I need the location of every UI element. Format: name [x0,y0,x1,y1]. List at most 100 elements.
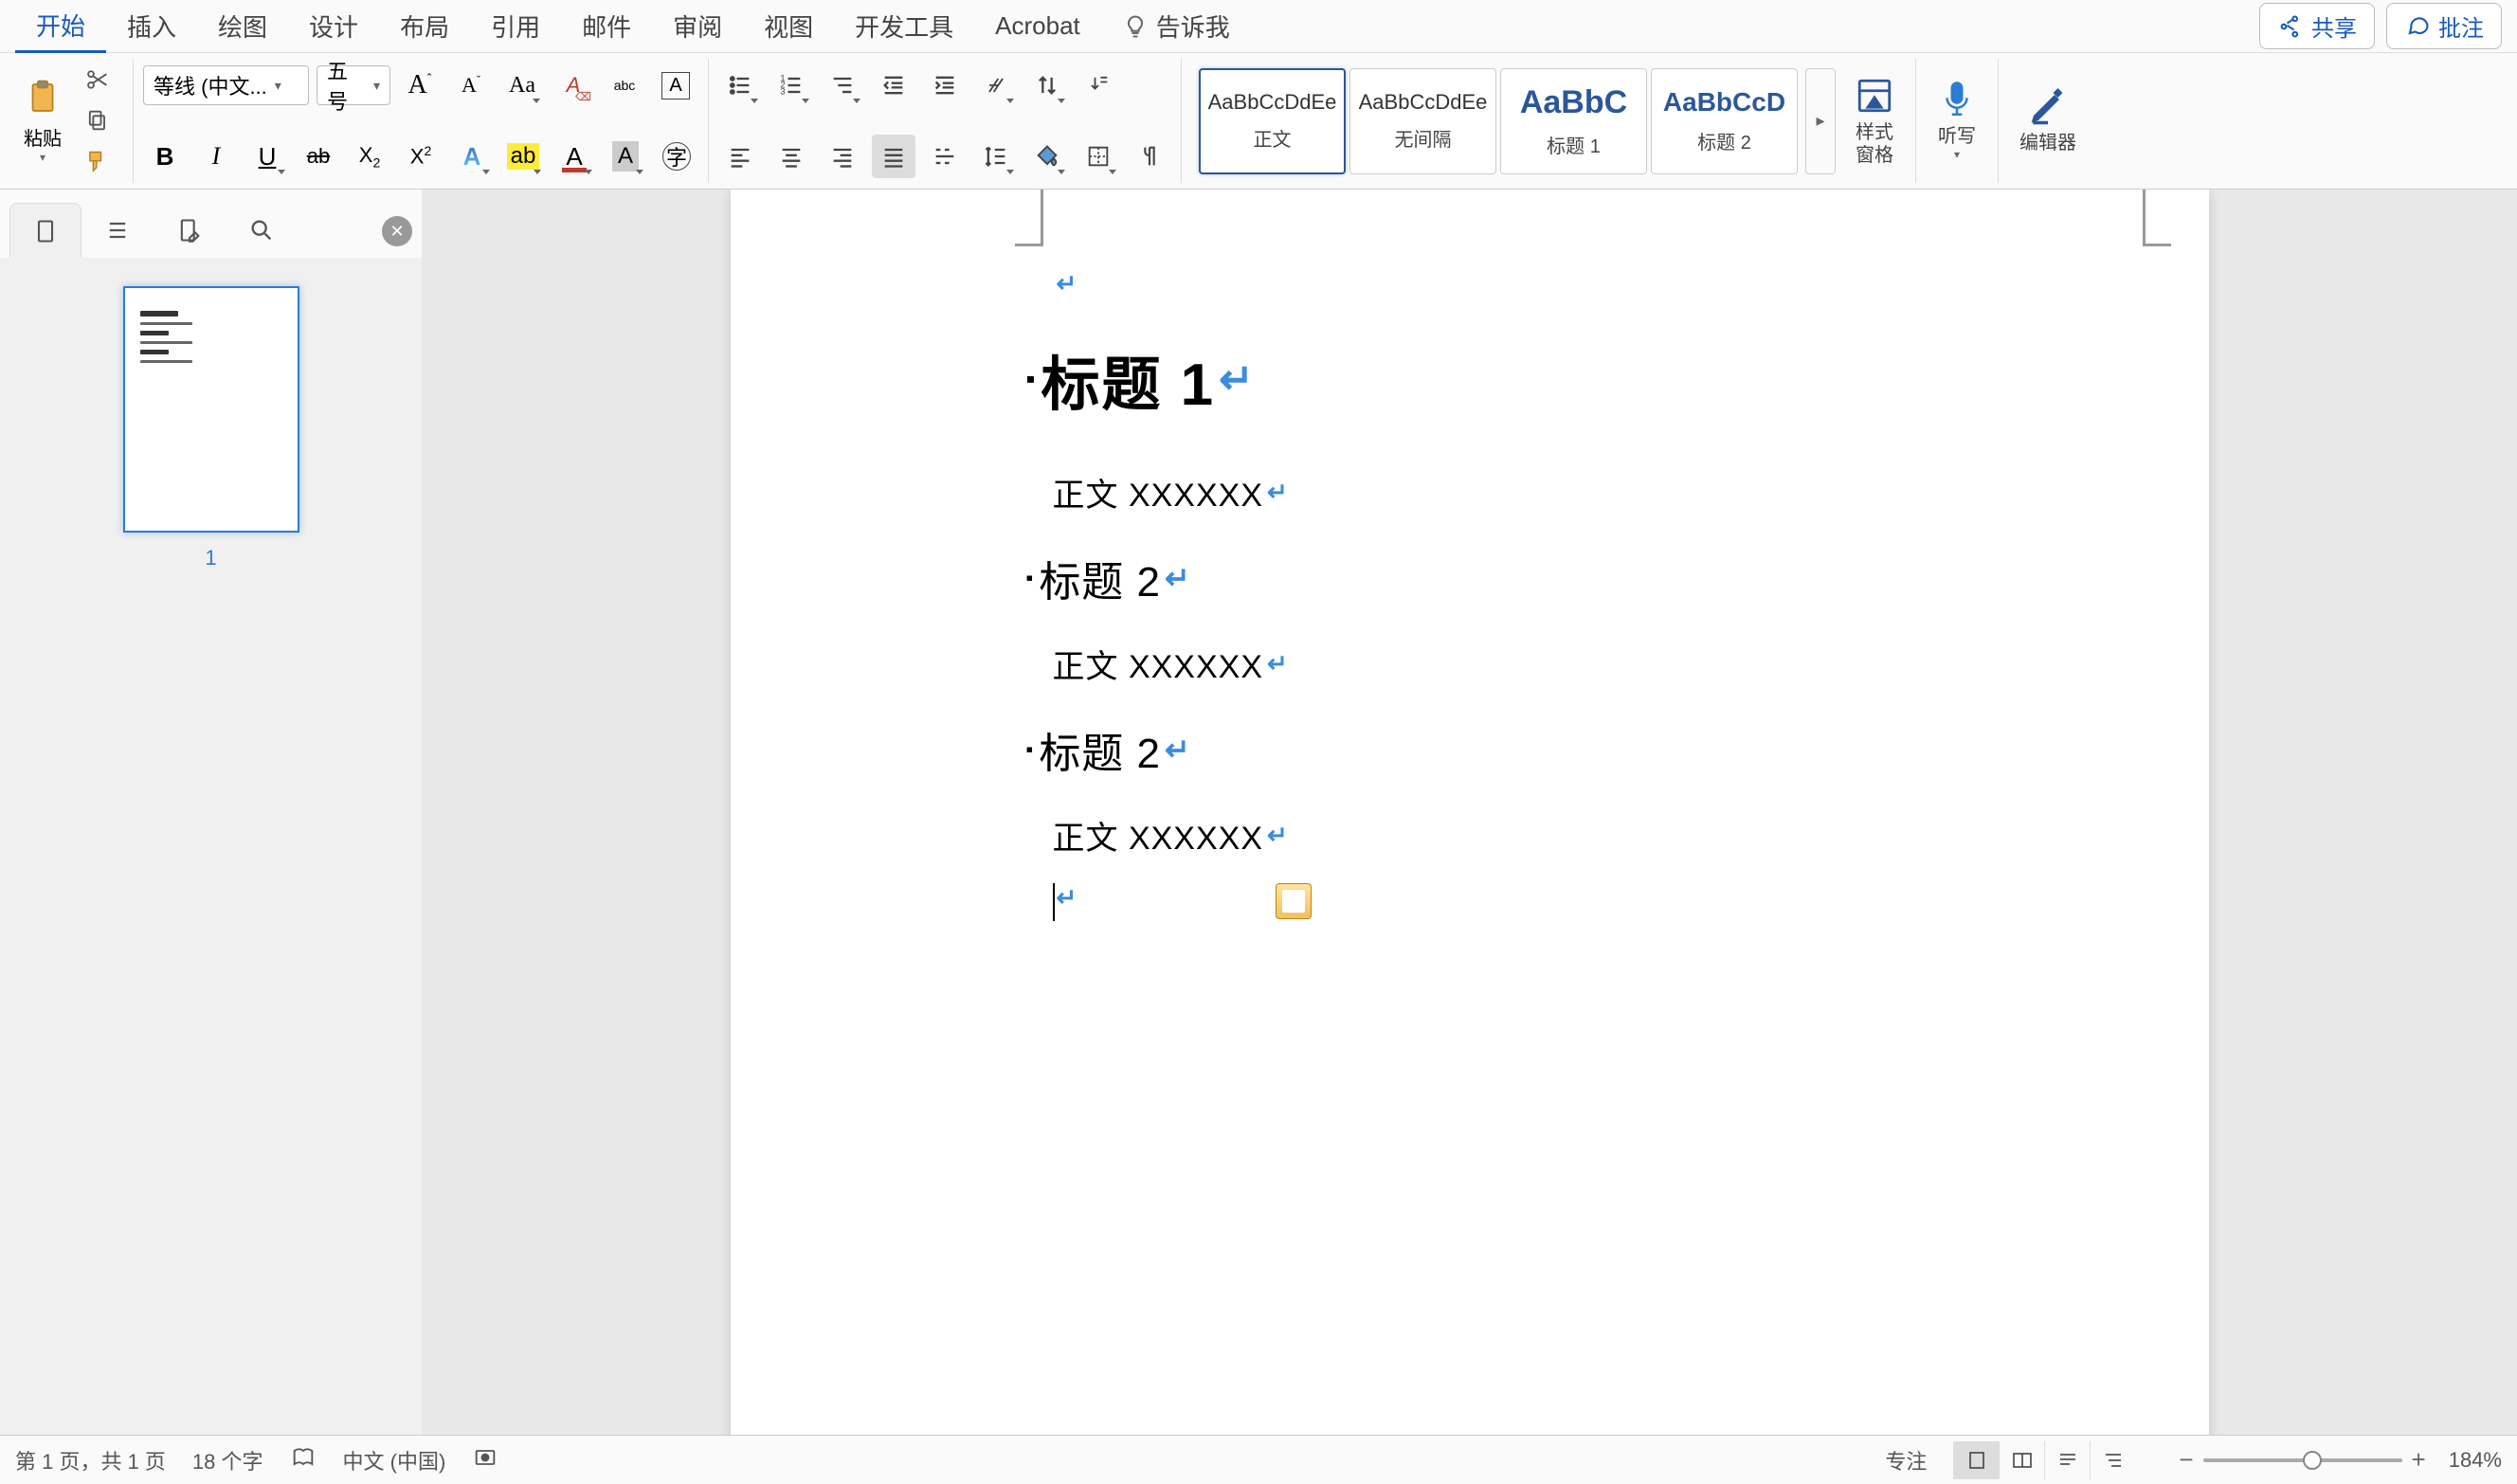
subscript-button[interactable]: X2 [348,135,391,178]
zoom-out-button[interactable]: − [2179,1445,2193,1475]
tab-draw[interactable]: 绘图 [197,0,288,53]
dictate-button[interactable]: 听写 ▾ [1926,59,1988,182]
zoom-slider-track[interactable] [2203,1458,2402,1462]
web-layout-view[interactable] [2044,1441,2090,1479]
italic-button[interactable]: I [194,135,238,178]
change-case-button[interactable]: Aa [500,63,544,107]
format-marks-button[interactable] [1128,135,1171,178]
read-mode-view[interactable] [1999,1441,2044,1479]
share-button[interactable]: 共享 [2259,3,2375,49]
microphone-icon [1937,80,1977,119]
align-center-button[interactable] [770,135,813,178]
nav-tab-headings[interactable] [81,203,154,258]
format-painter-button[interactable] [76,141,119,182]
tab-layout[interactable]: 布局 [379,0,470,53]
spell-check-status[interactable] [290,1444,317,1476]
decrease-font-button[interactable]: Aˇ [449,63,493,107]
comments-button[interactable]: 批注 [2386,3,2502,49]
page-thumbnail-1[interactable] [123,286,299,533]
tab-developer[interactable]: 开发工具 [834,0,974,53]
enclose-char-button[interactable]: 字 [655,135,698,178]
style-heading1[interactable]: AaBbC 标题 1 [1500,68,1647,174]
tab-home[interactable]: 开始 [15,0,106,53]
char-border-button[interactable]: A [654,63,697,107]
copy-button[interactable] [76,100,119,141]
increase-indent-button[interactable] [923,63,967,107]
heading2-text[interactable]: 标题 2 [1039,719,1161,780]
styles-more-button[interactable]: ▸ [1805,68,1836,174]
show-marks-button[interactable] [1077,63,1120,107]
nav-tab-results[interactable] [154,203,226,258]
style-nospacing[interactable]: AaBbCcDdEe 无间隔 [1349,68,1496,174]
zoom-percentage[interactable]: 184% [2449,1448,2502,1473]
zoom-slider-thumb[interactable] [2303,1451,2322,1470]
body-text[interactable]: 正文 XXXXXX [1053,812,1264,859]
clear-formatting-button[interactable]: A⌫ [552,63,595,107]
document-canvas[interactable]: ↵ ▪ 标题 1 ↵ 正文 XXXXXX ↵ ▪ 标题 2 ↵ [422,190,2517,1435]
underline-button[interactable]: U [245,135,289,178]
tell-me[interactable]: 告诉我 [1101,0,1251,53]
sort-button[interactable] [1025,63,1069,107]
char-shading-button[interactable]: A [604,135,647,178]
tab-acrobat[interactable]: Acrobat [974,0,1101,53]
bold-button[interactable]: B [143,135,187,178]
style-normal[interactable]: AaBbCcDdEe 正文 [1199,68,1346,174]
align-left-button[interactable] [718,135,762,178]
asian-layout-button[interactable] [974,63,1018,107]
tab-design[interactable]: 设计 [288,0,379,53]
align-right-button[interactable] [821,135,864,178]
outline-view[interactable] [2090,1441,2135,1479]
heading1-text[interactable]: 标题 1 [1041,336,1215,422]
highlight-button[interactable]: ab [501,135,545,178]
style-label: 正文 [1254,124,1292,152]
body-text[interactable]: 正文 XXXXXX [1053,641,1264,687]
paste-button[interactable]: 粘贴 ▾ [13,60,72,183]
style-heading2[interactable]: AaBbCcD 标题 2 [1651,68,1798,174]
word-count-status[interactable]: 18 个字 [192,1445,263,1475]
shading-button[interactable] [1025,135,1069,178]
nav-close-button[interactable]: ✕ [382,216,412,246]
page-pen-icon [176,217,203,244]
close-icon: ✕ [389,222,404,242]
nav-tab-thumbnails[interactable] [9,203,81,258]
phonetic-guide-button[interactable]: abc [603,63,646,107]
tab-review[interactable]: 审阅 [652,0,743,53]
strikethrough-button[interactable]: ab [297,135,340,178]
language-status[interactable]: 中文 (中国) [343,1445,446,1475]
line-spacing-button[interactable] [974,135,1018,178]
tab-view[interactable]: 视图 [743,0,834,53]
increase-font-button[interactable]: Aˆ [398,63,442,107]
font-color-button[interactable]: A [552,135,596,178]
nav-tab-search[interactable] [226,203,298,258]
text-effects-button[interactable]: A [450,135,494,178]
decrease-indent-button[interactable] [872,63,915,107]
align-justify-button[interactable] [872,135,915,178]
heading2-text[interactable]: 标题 2 [1039,548,1161,608]
tab-references[interactable]: 引用 [470,0,561,53]
font-size-combo[interactable]: 五号▾ [317,65,390,105]
bullet-list-button[interactable] [718,63,762,107]
borders-button[interactable] [1077,135,1120,178]
paste-options-button[interactable] [1276,883,1312,919]
page-count-status[interactable]: 第 1 页，共 1 页 [15,1445,166,1475]
page-1[interactable]: ↵ ▪ 标题 1 ↵ 正文 XXXXXX ↵ ▪ 标题 2 ↵ [731,190,2209,1435]
superscript-button[interactable]: X2 [399,135,443,178]
numbered-list-button[interactable]: 123 [770,63,813,107]
tab-insert[interactable]: 插入 [106,0,197,53]
focus-mode-button[interactable]: 专注 [1885,1445,1927,1475]
tell-me-label: 告诉我 [1156,9,1230,44]
font-name-combo[interactable]: 等线 (中文...▾ [143,65,309,105]
print-layout-view[interactable] [1953,1441,1999,1479]
distribute-button[interactable] [923,135,967,178]
zoom-in-button[interactable]: + [2412,1445,2426,1475]
styles-pane-button[interactable]: 样式 窗格 [1843,60,1906,183]
body-text[interactable]: 正文 XXXXXX [1053,469,1264,516]
cut-button[interactable] [76,60,119,100]
multilevel-list-button[interactable] [821,63,864,107]
macro-status[interactable] [472,1444,498,1476]
tab-mailings[interactable]: 邮件 [561,0,652,53]
heading-bullet-icon: ▪ [1026,566,1034,590]
editor-button[interactable]: 编辑器 [2008,59,2088,182]
margin-indicator-left [1015,190,1043,246]
numbering-icon: 123 [778,72,805,99]
